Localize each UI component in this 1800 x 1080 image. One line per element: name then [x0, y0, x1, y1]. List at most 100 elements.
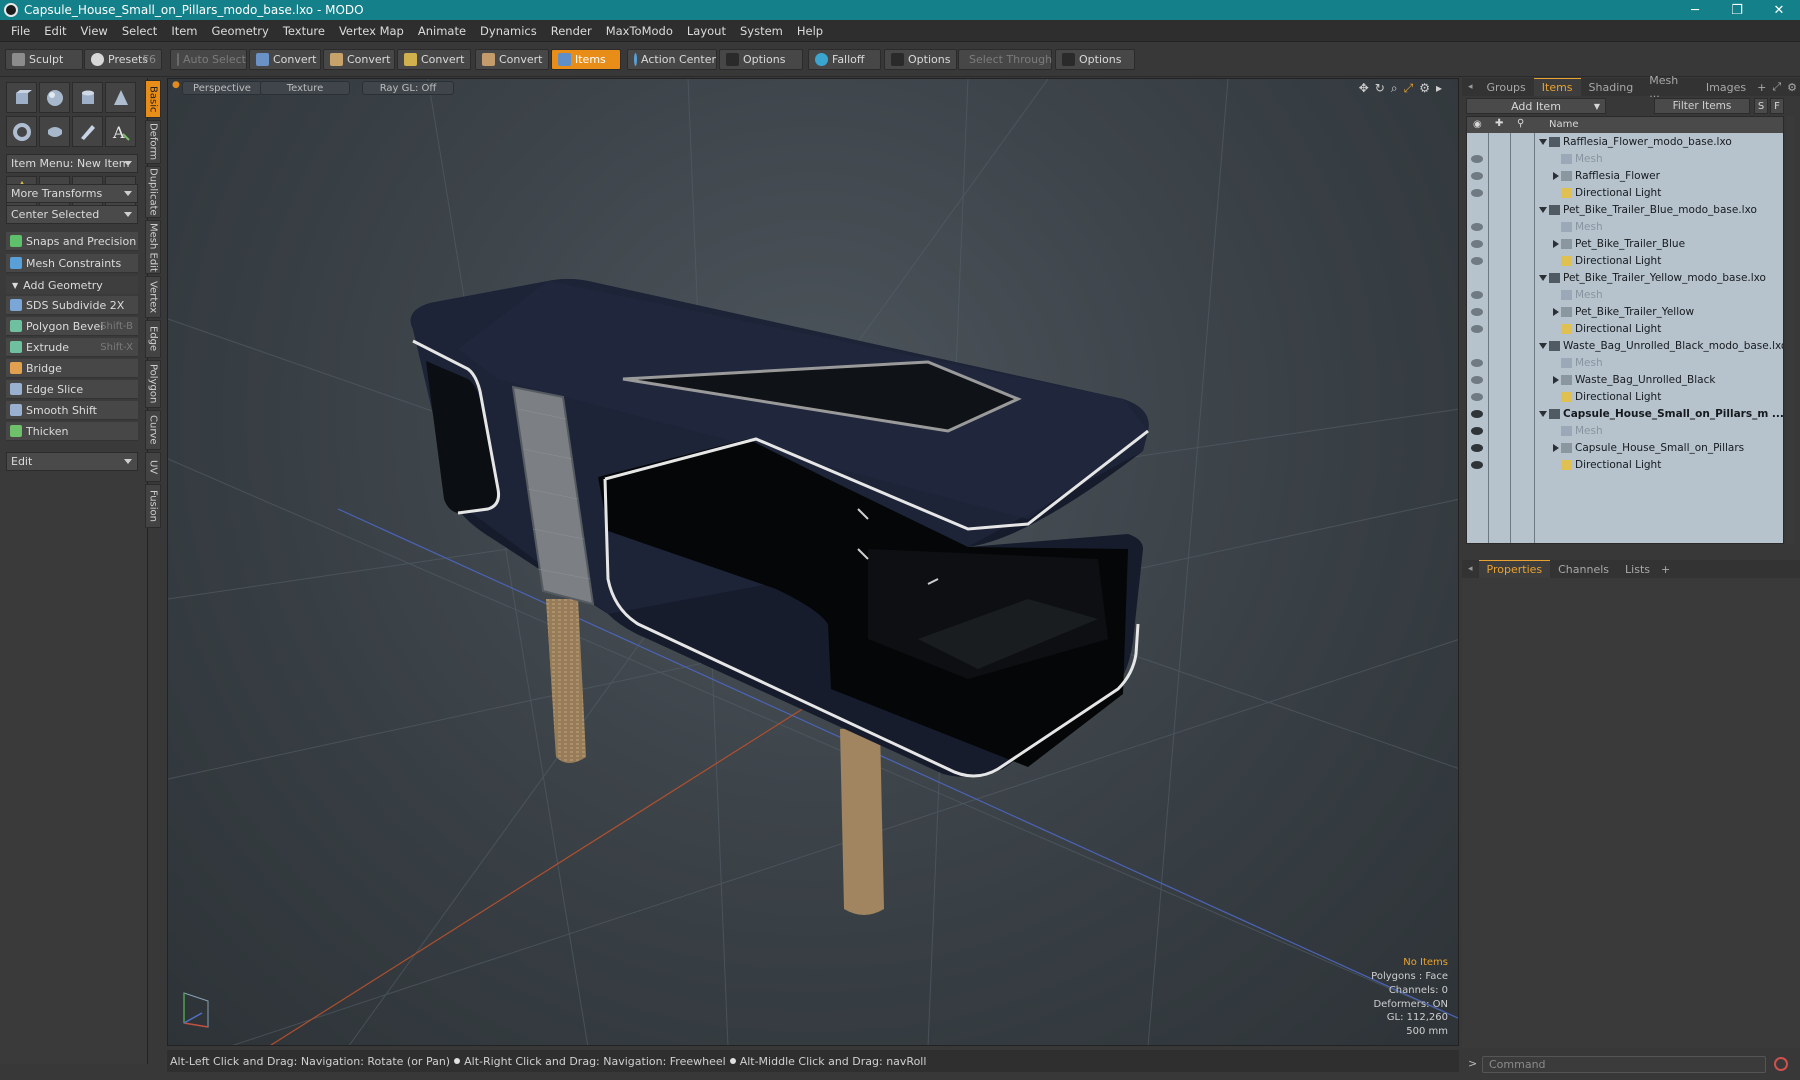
thicken-button[interactable]: Thicken	[6, 422, 138, 441]
action-center-button[interactable]: Action Center	[627, 49, 717, 70]
edit-dropdown[interactable]: Edit	[6, 452, 138, 471]
more-transforms-dropdown[interactable]: More Transforms	[6, 184, 138, 203]
eye-icon[interactable]	[1471, 155, 1483, 164]
cube-icon[interactable]	[6, 82, 37, 113]
eye-icon[interactable]	[1471, 257, 1483, 266]
menu-help[interactable]: Help	[790, 24, 830, 38]
polygon-bevel-button[interactable]: Polygon Bevel Shift-B	[6, 317, 138, 336]
tab-edge[interactable]: Edge	[145, 320, 161, 358]
tab-duplicate[interactable]: Duplicate	[145, 166, 161, 218]
eye-icon[interactable]	[1471, 223, 1483, 232]
filter-f-button[interactable]: F	[1770, 98, 1784, 114]
item-row-mesh[interactable]: Mesh	[1467, 151, 1783, 168]
expand-arrow-icon[interactable]	[1553, 376, 1559, 385]
menu-texture[interactable]: Texture	[276, 24, 332, 38]
item-row-light[interactable]: Directional Light	[1467, 185, 1783, 202]
expand-arrow-icon[interactable]	[1539, 139, 1547, 146]
zoom-icon[interactable]: ⌕	[1391, 81, 1398, 96]
convert-button-3[interactable]: Convert	[397, 49, 471, 70]
tab-mesh[interactable]: Mesh ...	[1641, 74, 1698, 100]
tab-lists[interactable]: Lists	[1617, 560, 1658, 578]
item-row-light[interactable]: Directional Light	[1467, 389, 1783, 406]
center-selected-dropdown[interactable]: Center Selected	[6, 205, 138, 224]
expand-arrow-icon[interactable]	[1553, 308, 1559, 317]
options-button-2[interactable]: Options	[884, 49, 957, 70]
item-list-scrollbar[interactable]	[1786, 116, 1794, 544]
sculpt-button[interactable]: Sculpt	[5, 49, 83, 70]
panel-menu-icon[interactable]: ◂	[1462, 82, 1479, 92]
tab-shading[interactable]: Shading	[1581, 78, 1642, 96]
menu-render[interactable]: Render	[544, 24, 599, 38]
eye-icon[interactable]	[1471, 461, 1483, 470]
tab-fusion[interactable]: Fusion	[145, 484, 161, 528]
expand-arrow-icon[interactable]	[1553, 172, 1559, 181]
item-row-mesh[interactable]: Mesh	[1467, 287, 1783, 304]
pan-icon[interactable]: ✥	[1359, 81, 1369, 96]
eye-icon[interactable]	[1471, 325, 1483, 334]
tab-items[interactable]: Items	[1533, 78, 1581, 96]
menu-layout[interactable]: Layout	[680, 24, 733, 38]
item-row-mesh[interactable]: Mesh	[1467, 423, 1783, 440]
menu-item[interactable]: Item	[164, 24, 204, 38]
items-mode-button[interactable]: Items	[551, 49, 621, 70]
tab-basic[interactable]: Basic	[145, 80, 161, 118]
close-button[interactable]: ✕	[1758, 0, 1800, 20]
cone-icon[interactable]	[105, 82, 136, 113]
expand-arrow-icon[interactable]	[1539, 275, 1547, 282]
item-row-light[interactable]: Directional Light	[1467, 253, 1783, 270]
edge-slice-button[interactable]: Edge Slice	[6, 380, 138, 399]
torus-icon[interactable]	[6, 116, 37, 147]
expand-right-icon[interactable]: ▸	[1436, 81, 1442, 96]
options-button-3[interactable]: Options	[1055, 49, 1135, 70]
command-input[interactable]: Command	[1482, 1056, 1766, 1073]
3d-viewport[interactable]: ● Perspective Texture Ray GL: Off ✥ ↻ ⌕ …	[167, 78, 1459, 1046]
expand-arrow-icon[interactable]	[1553, 444, 1559, 453]
eye-icon[interactable]	[1471, 359, 1483, 368]
item-row-scene[interactable]: Pet_Bike_Trailer_Blue_modo_base.lxo	[1467, 202, 1783, 219]
viewport-menu-icon[interactable]: ●	[172, 80, 180, 90]
sds-subdivide-button[interactable]: SDS Subdivide 2X	[6, 296, 138, 315]
type-icon[interactable]: ⚲	[1517, 118, 1524, 129]
tab-deform[interactable]: Deform	[145, 120, 161, 164]
maximize-button[interactable]: ❐	[1716, 0, 1758, 20]
eye-icon[interactable]	[1471, 189, 1483, 198]
rotate-icon[interactable]: ↻	[1375, 81, 1385, 96]
tab-polygon[interactable]: Polygon	[145, 360, 161, 408]
menu-view[interactable]: View	[74, 24, 115, 38]
tab-uv[interactable]: UV	[145, 452, 161, 482]
expand-arrow-icon[interactable]	[1539, 207, 1547, 214]
tab-images[interactable]: Images	[1698, 78, 1754, 96]
item-menu-dropdown[interactable]: Item Menu: New Item	[6, 154, 138, 173]
item-row-group[interactable]: Waste_Bag_Unrolled_Black	[1467, 372, 1783, 389]
menu-vertex-map[interactable]: Vertex Map	[332, 24, 411, 38]
capsule-icon[interactable]	[39, 116, 70, 147]
item-row-group[interactable]: Rafflesia_Flower	[1467, 168, 1783, 185]
eye-icon[interactable]	[1471, 393, 1483, 402]
filter-s-button[interactable]: S	[1754, 98, 1768, 114]
tab-vertex[interactable]: Vertex	[145, 276, 161, 318]
item-row-group[interactable]: Capsule_House_Small_on_Pillars	[1467, 440, 1783, 457]
eye-icon[interactable]	[1471, 410, 1483, 419]
add-tab-icon[interactable]: +	[1658, 563, 1673, 576]
expand-arrow-icon[interactable]	[1539, 343, 1547, 350]
expand-arrow-icon[interactable]	[1553, 240, 1559, 249]
gear-icon[interactable]: ⚙	[1784, 81, 1800, 94]
text-tool-icon[interactable]: A	[105, 116, 136, 147]
record-icon[interactable]	[1774, 1057, 1788, 1071]
eye-icon[interactable]	[1471, 444, 1483, 453]
gear-icon[interactable]: ⚙	[1419, 81, 1430, 96]
convert-button-1[interactable]: Convert	[249, 49, 321, 70]
eye-icon[interactable]	[1471, 376, 1483, 385]
eye-icon[interactable]	[1471, 240, 1483, 249]
menu-file[interactable]: File	[4, 24, 37, 38]
item-row-scene[interactable]: Rafflesia_Flower_modo_base.lxo	[1467, 134, 1783, 151]
lock-icon[interactable]: ✚	[1495, 118, 1503, 129]
item-row-scene-active[interactable]: Capsule_House_Small_on_Pillars_m ...	[1467, 406, 1783, 423]
smooth-shift-button[interactable]: Smooth Shift	[6, 401, 138, 420]
menu-dynamics[interactable]: Dynamics	[473, 24, 544, 38]
eye-icon[interactable]	[1471, 308, 1483, 317]
extrude-button[interactable]: Extrude Shift-X	[6, 338, 138, 357]
item-row-scene[interactable]: Waste_Bag_Unrolled_Black_modo_base.lxo*	[1467, 338, 1783, 355]
add-geometry-section[interactable]: ▼ Add Geometry	[6, 276, 138, 294]
item-row-group[interactable]: Pet_Bike_Trailer_Blue	[1467, 236, 1783, 253]
